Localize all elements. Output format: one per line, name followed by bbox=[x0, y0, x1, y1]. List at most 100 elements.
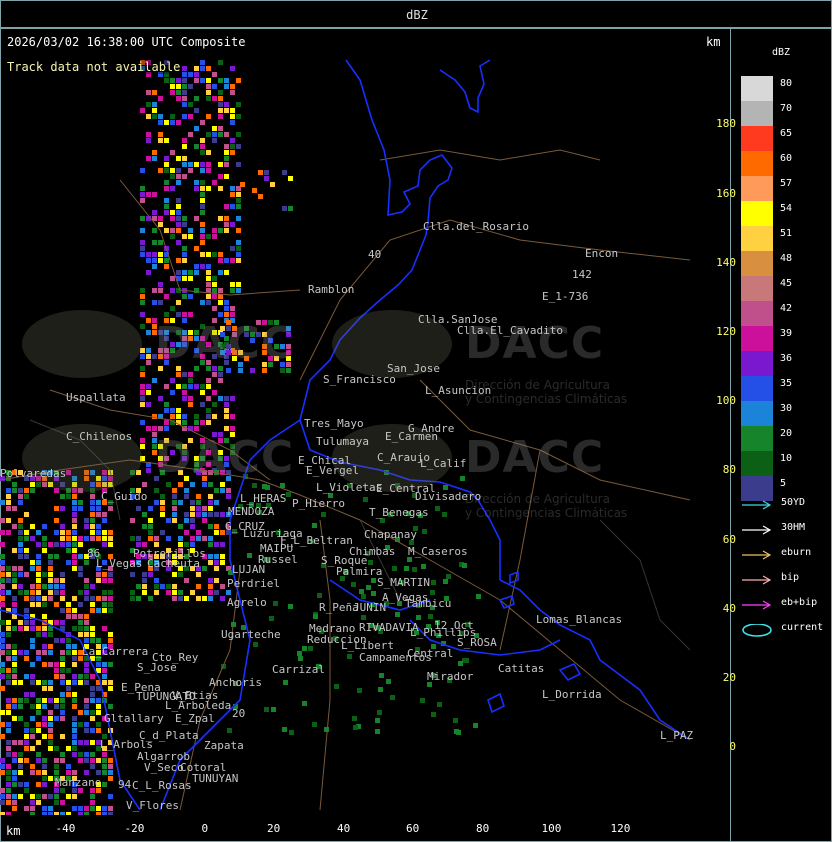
legend-swatch bbox=[741, 226, 773, 251]
x-tick-label: -20 bbox=[124, 822, 145, 835]
legend-level-label: 65 bbox=[780, 128, 793, 139]
place-label: Encon bbox=[585, 247, 619, 260]
place-label: L_Calif bbox=[420, 457, 467, 470]
place-label: E_Vergel bbox=[306, 464, 359, 477]
place-label: 40 bbox=[368, 248, 382, 261]
watermark-logo-4: DACC bbox=[465, 432, 605, 483]
place-label: Catitas bbox=[498, 662, 545, 675]
legend-swatch bbox=[741, 201, 773, 226]
track-legend-item: bip bbox=[741, 572, 829, 586]
window-title: dBZ bbox=[406, 8, 428, 22]
y-tick-label: 160 bbox=[716, 187, 736, 200]
track-legend-label: eb+bip bbox=[781, 597, 818, 608]
track-legend-label: 50YD bbox=[781, 497, 806, 508]
legend-level-label: 42 bbox=[780, 303, 793, 314]
y-tick-label: 180 bbox=[716, 117, 736, 130]
legend-swatch bbox=[741, 376, 773, 401]
place-label: L_PAZ bbox=[660, 729, 694, 742]
legend-swatch bbox=[741, 176, 773, 201]
y-unit-label: km bbox=[706, 35, 721, 49]
y-tick-label: 0 bbox=[729, 740, 736, 753]
place-label: L_Dorrida bbox=[542, 688, 602, 701]
legend-swatch bbox=[741, 301, 773, 326]
place-label: Clla.del_Rosario bbox=[423, 220, 529, 233]
place-label: L_Violetas bbox=[316, 481, 383, 494]
track-arrow-icon bbox=[742, 500, 772, 510]
y-tick-label: 100 bbox=[716, 394, 736, 407]
legend-level-label: 39 bbox=[780, 328, 793, 339]
x-tick-label: 120 bbox=[610, 822, 631, 835]
place-label: Tulumaya bbox=[316, 435, 369, 448]
legend-level-label: 48 bbox=[780, 253, 793, 264]
legend-level-label: 10 bbox=[780, 453, 793, 464]
track-arrow-icon bbox=[742, 525, 772, 535]
place-label: M_Caseros bbox=[408, 545, 468, 558]
legend-level-label: 45 bbox=[780, 278, 793, 289]
legend-level-label: 70 bbox=[780, 103, 793, 114]
legend-swatch bbox=[741, 276, 773, 301]
legend-swatch bbox=[741, 151, 773, 176]
track-legend-label: eburn bbox=[781, 547, 812, 558]
place-label: Cacheuta bbox=[147, 557, 200, 570]
place-label: S_ROSA bbox=[457, 636, 497, 649]
x-tick-label: 60 bbox=[406, 822, 420, 835]
legend-level-label: 30 bbox=[780, 403, 793, 414]
place-label: Gltallary bbox=[104, 712, 164, 725]
place-label: S_Francisco bbox=[323, 373, 396, 386]
y-tick-label: 40 bbox=[722, 602, 736, 615]
place-label: L_Arboleda bbox=[165, 699, 232, 712]
y-tick-label: 140 bbox=[716, 256, 736, 269]
place-label: Tambicu bbox=[405, 597, 452, 610]
legend-swatch bbox=[741, 351, 773, 376]
track-legend-label: bip bbox=[781, 572, 800, 583]
x-tick-label: 20 bbox=[267, 822, 281, 835]
place-label: 142 bbox=[572, 268, 592, 281]
place-label: Lomas_Blancas bbox=[536, 613, 623, 626]
place-label: Ugarteche bbox=[221, 628, 281, 641]
place-label: E_Carmen bbox=[385, 430, 438, 443]
place-label: Carrizal bbox=[272, 663, 325, 676]
legend-level-label: 80 bbox=[780, 78, 793, 89]
legend-swatch bbox=[741, 401, 773, 426]
track-legend-item: eburn bbox=[741, 547, 829, 561]
place-label: 20 bbox=[232, 707, 246, 720]
place-label: P_Hierro bbox=[292, 497, 345, 510]
place-label: 86 bbox=[87, 547, 101, 560]
place-label: Agrelo bbox=[227, 596, 267, 609]
track-legend-label: current bbox=[781, 622, 824, 633]
place-label: Chapanay bbox=[364, 528, 417, 541]
legend-title: dBZ bbox=[772, 47, 791, 58]
title-bar: dBZ bbox=[0, 0, 832, 28]
track-legend-item: 30HM bbox=[741, 522, 829, 536]
legend-level-label: 60 bbox=[780, 153, 793, 164]
legend-swatch bbox=[741, 326, 773, 351]
track-arrow-icon bbox=[742, 550, 772, 560]
place-label: V_Seco bbox=[144, 761, 184, 774]
place-label: C_L_Rosas bbox=[132, 779, 192, 792]
track-legend-item: eb+bip bbox=[741, 597, 829, 611]
place-label: S_MARTIN bbox=[377, 576, 430, 589]
x-tick-label: 0 bbox=[201, 822, 209, 835]
place-label: Mirador bbox=[427, 670, 474, 683]
legend-level-label: 5 bbox=[780, 478, 787, 489]
place-label: Zapata bbox=[204, 739, 244, 752]
place-label: Central bbox=[407, 647, 454, 660]
track-arrow-icon bbox=[742, 575, 772, 585]
place-label: C_Chilenos bbox=[66, 430, 133, 443]
y-tick-label: 120 bbox=[716, 325, 736, 338]
place-label: C_Guido bbox=[101, 490, 148, 503]
legend-swatch bbox=[741, 426, 773, 451]
legend-level-label: 20 bbox=[780, 428, 793, 439]
x-unit-label: km bbox=[6, 824, 21, 838]
place-label: V_Flores bbox=[126, 799, 179, 812]
legend-level-label: 54 bbox=[780, 203, 793, 214]
place-label: Tres_Mayo bbox=[304, 417, 364, 430]
place-label: Perdriel bbox=[227, 577, 280, 590]
place-label: L_Vegas bbox=[96, 557, 143, 570]
x-tick-label: -40 bbox=[55, 822, 76, 835]
legend-swatch bbox=[741, 251, 773, 276]
track-arrow-icon bbox=[742, 600, 772, 610]
current-ellipse-icon bbox=[742, 624, 772, 637]
legend-level-label: 57 bbox=[780, 178, 793, 189]
place-label: LUJAN bbox=[232, 563, 266, 576]
